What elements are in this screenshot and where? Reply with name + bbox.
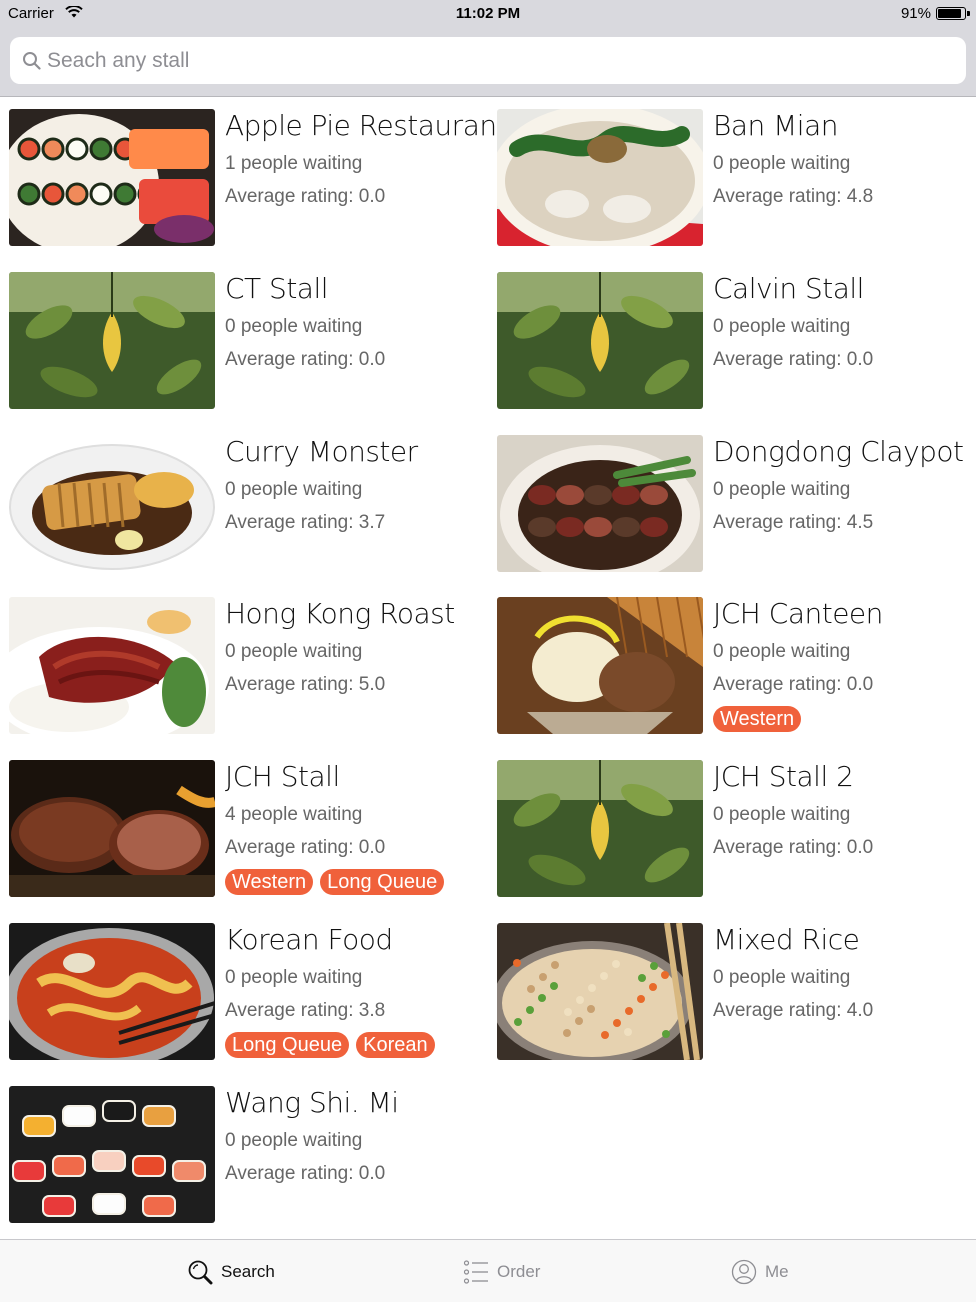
stall-waiting-count: 0 people waiting [713,153,851,174]
stall-rating: Average rating: 0.0 [225,837,386,859]
stall-name: Wang Shi. Mi [225,1085,399,1119]
search-header [0,26,976,97]
stall-card[interactable]: Curry Monster 0 people waiting Average rat… [0,434,488,575]
stall-waiting-count: 0 people waiting [225,315,363,337]
stall-card[interactable]: Apple Pie Restaurant 1 people waiting Aver… [0,109,508,249]
stall-rating: Average rating: 3.7 [225,511,386,533]
stall-image [9,109,215,246]
user-icon [731,1259,757,1284]
tab-me[interactable]: Me [731,1240,789,1302]
tab-me-label: Me [765,1261,789,1281]
stall-image [9,1085,215,1223]
stall-image [497,434,703,572]
stall-image [9,271,215,409]
stall-waiting-count: 1 people waiting [225,153,363,174]
stall-rating: Average rating: 0.0 [225,1162,386,1184]
clock: 11:02 PM [455,5,521,22]
stall-image [9,760,215,898]
search-field[interactable] [10,37,966,84]
stall-name: Calvin Stall [713,271,864,305]
stall-image [497,597,703,735]
stall-waiting-count: 0 people waiting [713,641,851,663]
tab-bar: Search Order Me [0,1239,976,1302]
stall-image [9,434,215,572]
stall-waiting-count: 0 people waiting [713,478,851,500]
stall-name: JCH Stall [225,760,340,794]
tag-badge: Long Queue [225,1032,350,1058]
stall-name: JCH Canteen [713,597,883,631]
tab-search[interactable]: Search [187,1240,275,1302]
stall-card[interactable]: JCH Stall 2 0 people waiting Average ratin… [488,760,976,900]
stall-name: CT Stall [225,271,329,305]
stall-name: Korean Food [225,923,393,956]
tag-badge: Korean [356,1032,435,1058]
stall-image [497,109,703,246]
stall-waiting-count: 4 people waiting [225,804,363,826]
stall-name: Ban Mian [713,109,838,142]
stall-rating: Average rating: 5.0 [225,674,386,696]
stall-rating: Average rating: 0.0 [713,837,874,859]
tag-badge: Western [225,869,314,896]
tag-badge: Long Queue [320,869,445,896]
stall-waiting-count: 0 people waiting [713,804,851,826]
stall-card[interactable]: Korean Food 0 people waiting Average ratin… [0,923,488,1063]
tab-search-label: Search [221,1261,275,1281]
stall-tags: Long Queue Korean [225,1032,435,1058]
search-input[interactable] [47,37,947,84]
tab-order-label: Order [497,1261,541,1281]
stall-name: Dongdong Claypot [713,434,964,468]
stall-rating: Average rating: 0.0 [713,674,874,696]
stall-waiting-count: 0 people waiting [225,967,363,988]
stall-rating: Average rating: 3.8 [225,1000,386,1021]
stall-rating: Average rating: 0.0 [713,348,874,370]
stall-tags: Western Long Queue [225,869,445,896]
stall-image [9,597,215,735]
stall-tags: Western [713,706,802,733]
stall-card[interactable]: Ban Mian 0 people waiting Average rating: … [488,109,976,249]
status-bar: Carrier 11:02 PM 91% [0,0,976,26]
stall-rating: Average rating: 4.8 [713,186,874,207]
stall-rating: Average rating: 0.0 [225,348,386,370]
stall-waiting-count: 0 people waiting [225,641,363,663]
stall-waiting-count: 0 people waiting [225,478,363,500]
stall-waiting-count: 0 people waiting [713,967,851,988]
stall-name: Hong Kong Roast [225,597,455,631]
tag-badge: Western [713,706,802,733]
search-icon [23,52,41,70]
search-icon [188,1260,213,1284]
tab-order[interactable]: Order [463,1240,540,1302]
stall-rating: Average rating: 4.0 [713,1000,874,1021]
stall-card[interactable]: JCH Stall 4 people waiting Average rating:… [0,760,488,900]
battery-percent: 91% [900,5,931,22]
stall-card[interactable]: Mixed Rice 0 people waiting Average rating… [488,923,976,1063]
stall-card[interactable]: CT Stall 0 people waiting Average rating: … [0,271,488,412]
stall-card[interactable]: Wang Shi. Mi 0 people waiting Average rati… [0,1085,488,1226]
stall-rating: Average rating: 0.0 [225,186,386,207]
list-icon [463,1259,488,1284]
stall-image [497,271,703,409]
stall-name: Mixed Rice [713,923,860,956]
stall-rating: Average rating: 4.5 [713,511,874,533]
stall-image [497,760,703,898]
stall-image [497,923,703,1060]
stall-card[interactable]: Calvin Stall 0 people waiting Average rati… [488,271,976,412]
stall-card[interactable]: Dongdong Claypot 0 people waiting Average … [488,434,976,575]
stall-waiting-count: 0 people waiting [713,315,851,337]
stall-image [9,923,215,1060]
stall-name: Curry Monster [225,434,418,468]
stall-card[interactable]: JCH Canteen 0 people waiting Average ratin… [488,597,976,737]
stall-name: JCH Stall 2 [713,760,854,794]
stall-name: Apple Pie Restaurant [225,109,508,142]
battery-icon [936,7,970,20]
stall-card[interactable]: Hong Kong Roast 0 people waiting Average r… [0,597,488,737]
stall-waiting-count: 0 people waiting [225,1129,363,1151]
